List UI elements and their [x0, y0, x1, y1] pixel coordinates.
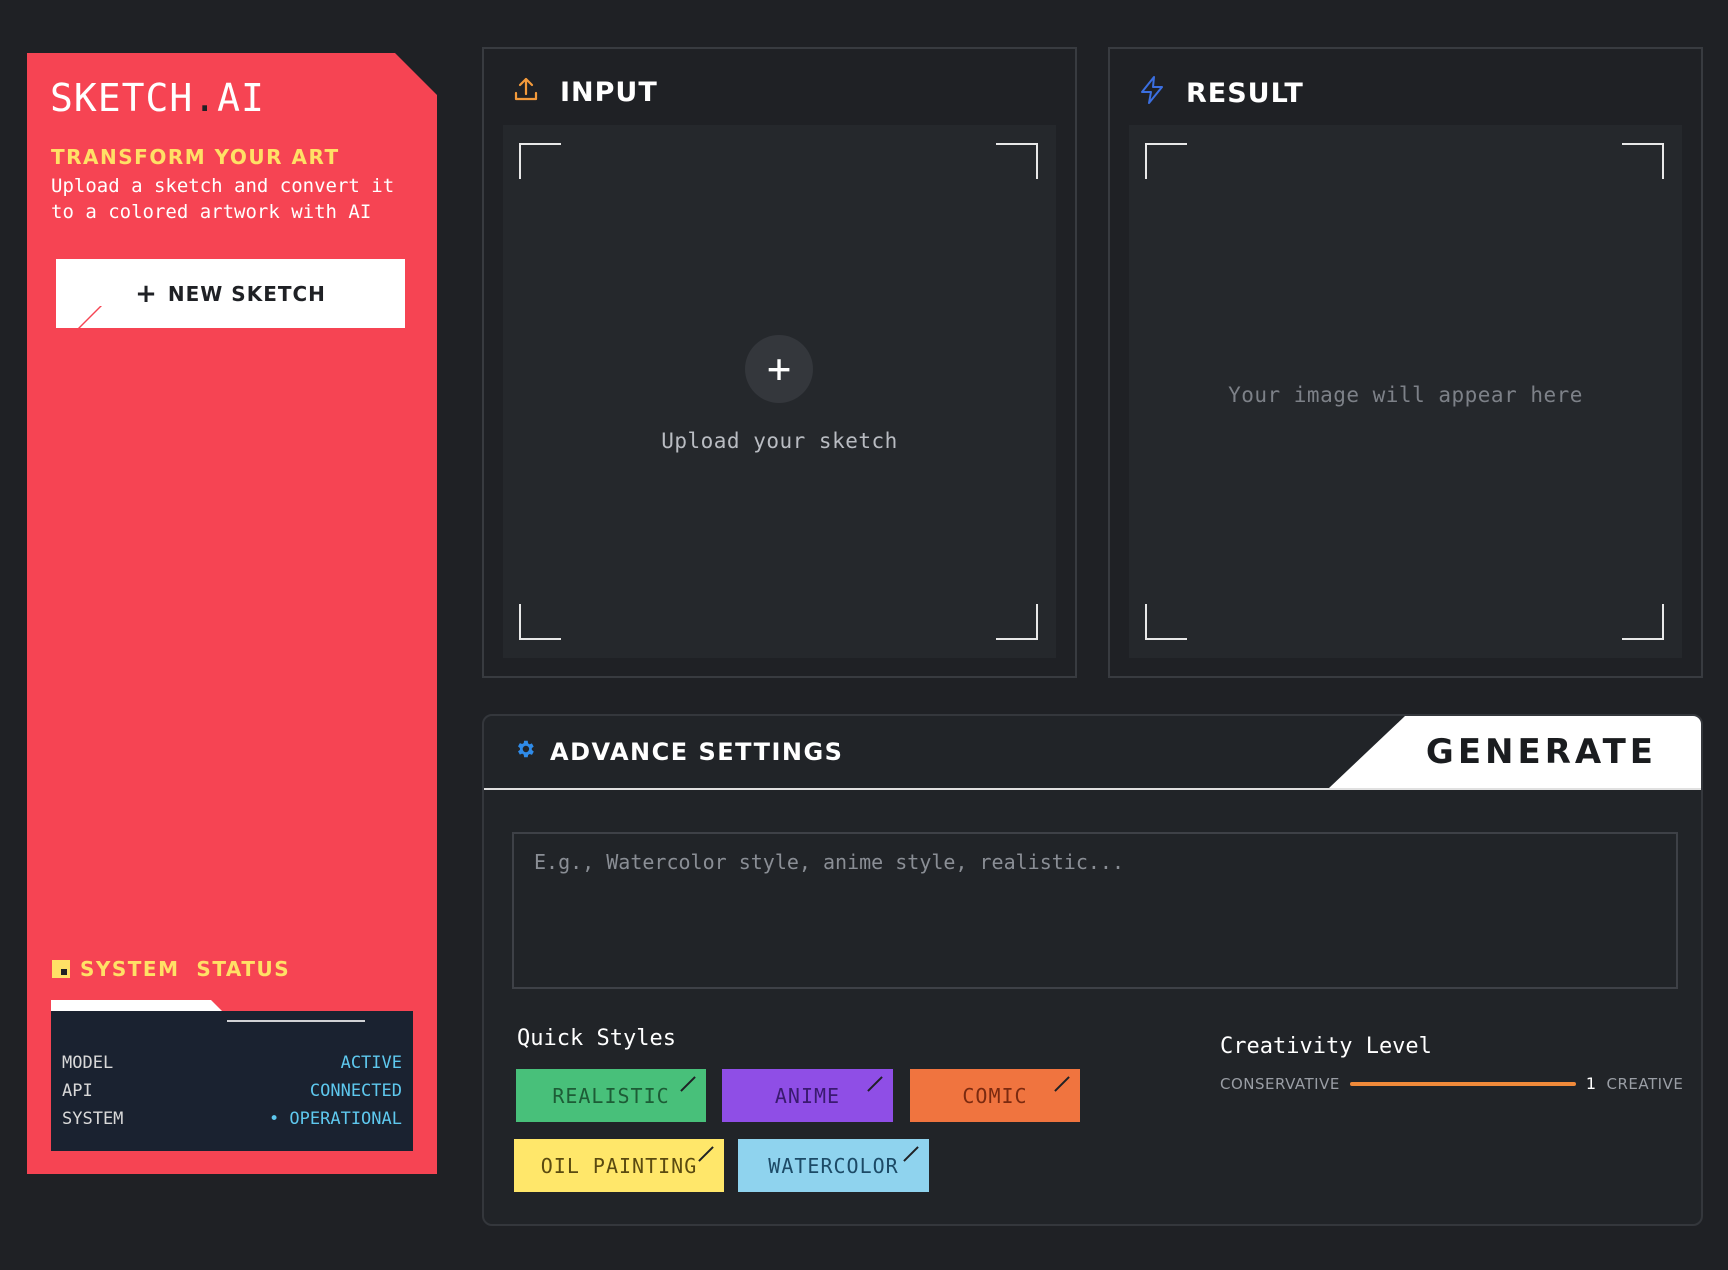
corner-bracket [1145, 604, 1187, 640]
settings-title: ADVANCE SETTINGS [514, 738, 843, 766]
slider-value: 1 [1585, 1074, 1597, 1093]
status-row-system: SYSTEM • OPERATIONAL [62, 1109, 402, 1129]
status-row-model: MODEL ACTIVE [62, 1053, 402, 1073]
style-chip-comic[interactable]: COMIC [910, 1069, 1080, 1122]
system-status-title: SYSTEM STATUS [52, 957, 290, 981]
input-panel: INPUT + Upload your sketch [482, 47, 1077, 678]
style-chip-oil-painting[interactable]: OIL PAINTING [514, 1139, 724, 1192]
system-status-list: MODEL ACTIVE API CONNECTED SYSTEM • OPER… [62, 1053, 402, 1137]
result-placeholder: Your image will appear here [1228, 383, 1583, 407]
corner-bracket [1622, 604, 1664, 640]
result-panel-header: RESULT [1138, 75, 1304, 112]
creativity-slider-row: CONSERVATIVE 1 CREATIVE [1220, 1074, 1683, 1093]
style-chip-anime[interactable]: ANIME [722, 1069, 893, 1122]
style-prompt-input[interactable] [512, 832, 1678, 989]
corner-bracket [1145, 143, 1187, 179]
new-sketch-button[interactable]: + NEW SKETCH [56, 259, 405, 328]
plus-icon: + [766, 346, 792, 392]
upload-instruction: Upload your sketch [661, 429, 898, 453]
gear-icon [514, 738, 536, 766]
corner-bracket [519, 604, 561, 640]
status-square-icon [52, 960, 70, 978]
corner-bracket [996, 143, 1038, 179]
generate-button[interactable]: GENERATE [1329, 716, 1701, 788]
result-panel: RESULT Your image will appear here [1108, 47, 1703, 678]
plus-icon: + [135, 278, 158, 309]
corner-bracket [1622, 143, 1664, 179]
creativity-level-label: Creativity Level [1220, 1034, 1432, 1059]
slider-min-label: CONSERVATIVE [1220, 1074, 1340, 1093]
settings-header: ADVANCE SETTINGS GENERATE [484, 716, 1701, 790]
corner-bracket [519, 143, 561, 179]
app-description: Upload a sketch and convert it to a colo… [51, 175, 395, 223]
sidebar: SKETCH.AI TRANSFORM YOUR ART Upload a sk… [27, 53, 437, 1174]
quick-styles-label: Quick Styles [517, 1026, 676, 1051]
slider-max-label: CREATIVE [1606, 1074, 1684, 1093]
app-logo: SKETCH.AI [50, 76, 265, 120]
sketch-upload-area[interactable]: + Upload your sketch [503, 125, 1056, 658]
lightning-icon [1138, 75, 1166, 112]
result-preview-area: Your image will appear here [1129, 125, 1682, 658]
upload-icon [512, 75, 540, 110]
input-panel-title: INPUT [560, 77, 658, 108]
corner-decoration [56, 306, 102, 328]
input-panel-header: INPUT [512, 75, 658, 110]
status-line-decoration [227, 1020, 365, 1022]
creativity-slider[interactable] [1349, 1081, 1576, 1086]
status-row-api: API CONNECTED [62, 1081, 402, 1101]
corner-bracket [996, 604, 1038, 640]
style-chip-watercolor[interactable]: WATERCOLOR [738, 1139, 929, 1192]
advanced-settings-panel: ADVANCE SETTINGS GENERATE Quick Styles R… [482, 714, 1703, 1226]
new-sketch-label: NEW SKETCH [167, 281, 326, 306]
result-panel-title: RESULT [1186, 78, 1304, 109]
upload-plus-button[interactable]: + [745, 335, 813, 403]
style-chip-realistic[interactable]: REALISTIC [516, 1069, 706, 1122]
tagline: TRANSFORM YOUR ART [51, 145, 340, 169]
